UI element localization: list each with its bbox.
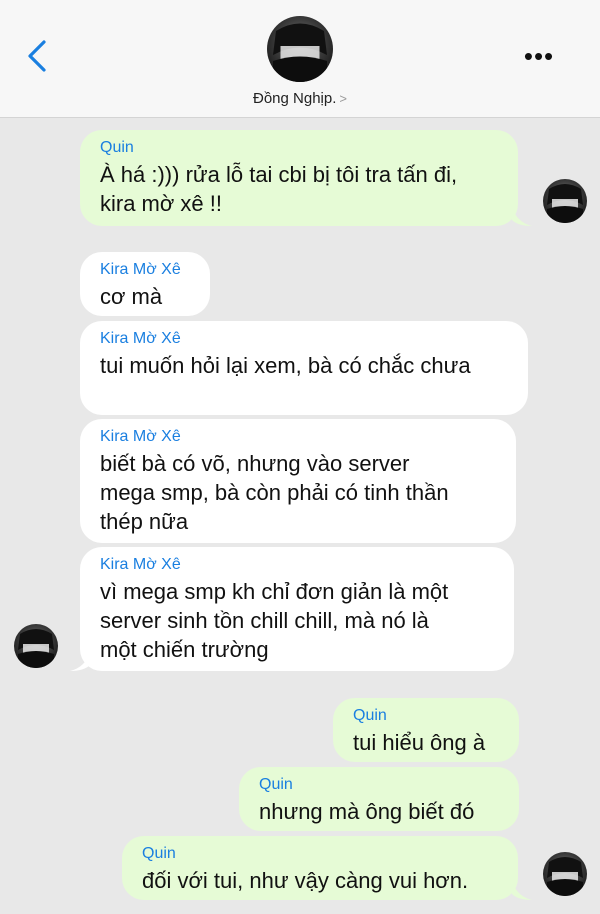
message-sender: Quin: [100, 139, 134, 156]
avatar[interactable]: [543, 852, 587, 896]
message-text: biết bà có võ, nhưng vào server mega smp…: [100, 449, 496, 536]
message-line: nhưng mà ông biết đó: [259, 799, 475, 824]
message-sender: Kira Mờ Xê: [100, 330, 181, 347]
avatar[interactable]: [543, 179, 587, 223]
message-sender: Kira Mờ Xê: [100, 556, 181, 573]
contact-name: Đồng Nghịp.: [253, 90, 337, 107]
message-line: mega smp, bà còn phải có tinh thần: [100, 480, 449, 505]
more-options-button[interactable]: •••: [519, 43, 559, 69]
message-line: tui muốn hỏi lại xem, bà có chắc chưa: [100, 353, 471, 378]
bubble-tail: [70, 651, 90, 671]
message-line: một chiến trường: [100, 637, 269, 662]
message-line: cơ mà: [100, 284, 163, 309]
message-bubble[interactable]: Quin đối với tui, như vậy càng vui hơn.: [122, 836, 518, 900]
contact-avatar[interactable]: [267, 16, 333, 82]
message-line: kira mờ xê !!: [100, 191, 222, 216]
message-text: đối với tui, như vậy càng vui hơn.: [142, 866, 498, 895]
message-bubble[interactable]: Quin tui hiểu ông à: [333, 698, 519, 762]
message-bubble[interactable]: Kira Mờ Xê cơ mà: [80, 252, 210, 316]
message-text: vì mega smp kh chỉ đơn giản là một serve…: [100, 577, 494, 664]
message-sender: Quin: [259, 776, 293, 793]
bubble-tail: [512, 206, 532, 226]
message-bubble[interactable]: Kira Mờ Xê vì mega smp kh chỉ đơn giản l…: [80, 547, 514, 671]
message-line: À há :))) rửa lỗ tai cbi bị tôi tra tấn …: [100, 162, 458, 187]
message-text: nhưng mà ông biết đó: [259, 797, 499, 826]
message-bubble[interactable]: Quin À há :))) rửa lỗ tai cbi bị tôi tra…: [80, 130, 518, 226]
message-line: tui hiểu ông à: [353, 730, 486, 755]
message-line: đối với tui, như vậy càng vui hơn.: [142, 868, 469, 893]
avatar[interactable]: [14, 624, 58, 668]
back-button[interactable]: [24, 38, 52, 74]
chat-header: Đồng Nghịp. > •••: [0, 0, 600, 118]
message-bubble[interactable]: Quin nhưng mà ông biết đó: [239, 767, 519, 831]
message-text: tui muốn hỏi lại xem, bà có chắc chưa: [100, 351, 508, 380]
message-line: thép nữa: [100, 509, 189, 534]
message-text: À há :))) rửa lỗ tai cbi bị tôi tra tấn …: [100, 160, 498, 218]
message-sender: Kira Mờ Xê: [100, 428, 181, 445]
message-line: server sinh tồn chill chill, mà nó là: [100, 608, 429, 633]
message-bubble[interactable]: Kira Mờ Xê biết bà có võ, nhưng vào serv…: [80, 419, 516, 543]
message-bubble[interactable]: Kira Mờ Xê tui muốn hỏi lại xem, bà có c…: [80, 321, 528, 415]
contact-name-link[interactable]: Đồng Nghịp. >: [0, 90, 600, 107]
message-sender: Quin: [142, 845, 176, 862]
message-text: tui hiểu ông à: [353, 728, 499, 757]
message-line: biết bà có võ, nhưng vào server: [100, 451, 410, 476]
message-sender: Kira Mờ Xê: [100, 261, 181, 278]
message-sender: Quin: [353, 707, 387, 724]
message-line: vì mega smp kh chỉ đơn giản là một: [100, 579, 449, 604]
chevron-left-icon: [28, 40, 46, 72]
chevron-right-icon: >: [339, 91, 347, 106]
message-text: cơ mà: [100, 282, 190, 311]
bubble-tail: [512, 880, 532, 900]
